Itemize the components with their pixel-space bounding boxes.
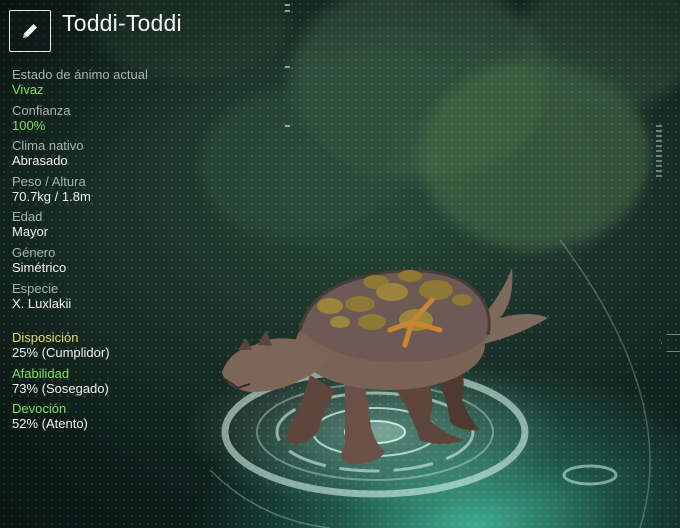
stat-age: Edad Mayor [12,209,232,245]
stat-label: Clima nativo [12,138,84,154]
stat-label: Peso / Altura [12,173,86,189]
stat-value: Simétrico [12,259,67,275]
trait-value: 52% (Atento) [12,416,88,432]
trait-value: 73% (Sosegado) [12,380,109,396]
trait-affability: Afabilidad 73% (Sosegado) [12,366,232,402]
trait-disposition: Disposición 25% (Cumplidor) [12,330,232,366]
trait-label: Devoción [12,401,67,417]
stat-value: 70.7kg / 1.8m [12,188,91,204]
stat-gender: Género Simétrico [12,245,232,281]
stat-label: Género [12,244,56,260]
pencil-icon [23,24,37,38]
trait-label: Disposición [12,330,79,345]
stat-value: Abrasado [12,153,68,169]
stat-label: Especie [12,280,59,296]
stat-trust: Confianza 100% [12,103,232,139]
stat-weight-height: Peso / Altura 70.7kg / 1.8m [12,174,232,210]
stat-value: Mayor [12,224,49,240]
edit-name-button[interactable] [9,10,51,52]
trait-devotion: Devoción 52% (Atento) [12,401,232,437]
trait-label: Afabilidad [12,365,70,381]
stat-value: Vivaz [12,82,44,97]
stat-value: 100% [12,117,46,133]
creature-name: Toddi-Toddi [62,10,182,36]
stat-value: X. Luxlakii [12,295,72,311]
creature-stats: Estado de ánimo actual Vivaz Confianza 1… [12,67,232,316]
stat-climate: Clima nativo Abrasado [12,138,232,174]
stat-mood: Estado de ánimo actual Vivaz [12,67,232,103]
trait-value: 25% (Cumplidor) [12,345,110,360]
stat-label: Estado de ánimo actual [12,67,148,82]
creature-traits: Disposición 25% (Cumplidor) Afabilidad 7… [12,330,232,437]
stat-species: Especie X. Luxlakii [12,281,232,317]
stat-label: Confianza [12,102,71,118]
stat-label: Edad [12,209,43,225]
